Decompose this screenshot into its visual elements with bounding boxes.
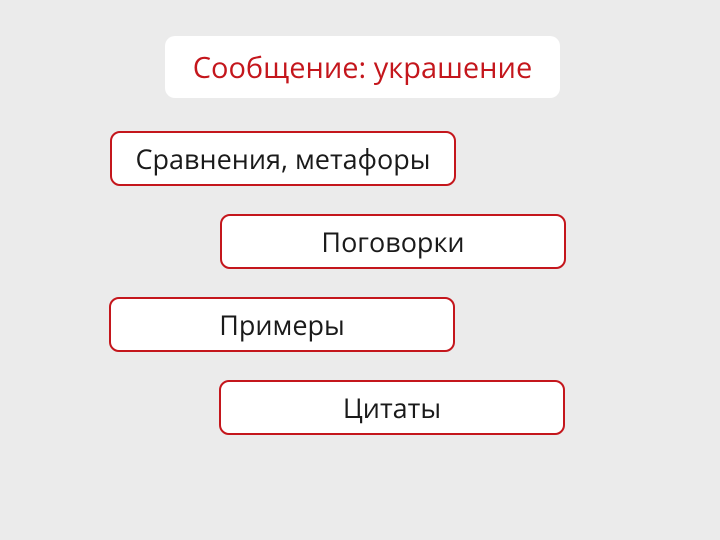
diagram-item-label: Поговорки (321, 223, 464, 260)
diagram-item-examples: Примеры (109, 297, 455, 352)
diagram-title-text: Сообщение: украшение (193, 48, 532, 87)
diagram-item-sayings: Поговорки (220, 214, 566, 269)
diagram-item-quotes: Цитаты (219, 380, 565, 435)
diagram-item-label: Сравнения, метафоры (136, 140, 431, 177)
diagram-item-label: Примеры (219, 306, 345, 343)
diagram-title: Сообщение: украшение (165, 36, 560, 98)
diagram-item-label: Цитаты (343, 389, 441, 426)
diagram-item-comparisons: Сравнения, метафоры (110, 131, 456, 186)
